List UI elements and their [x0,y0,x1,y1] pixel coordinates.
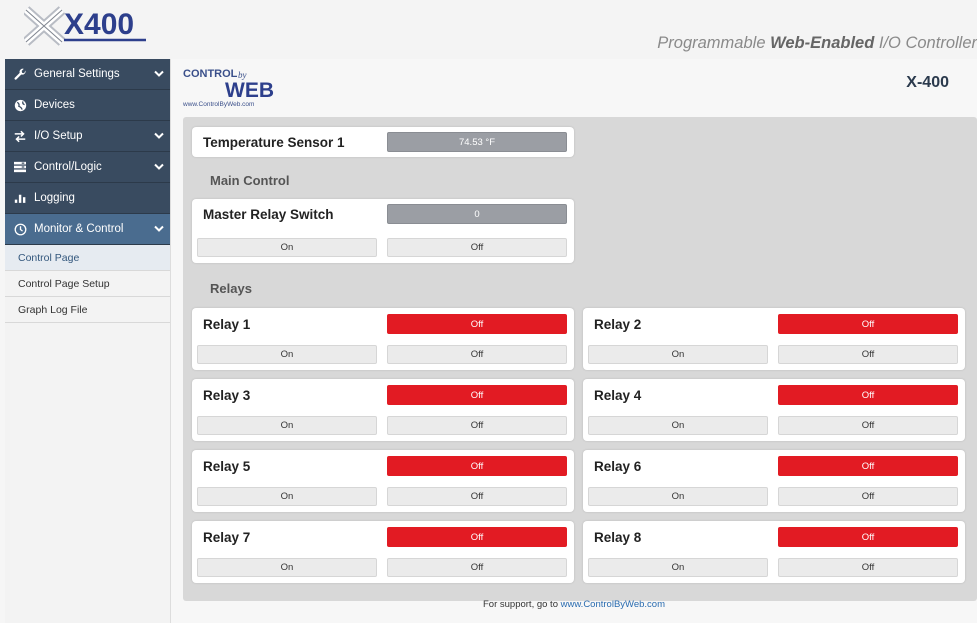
svg-text:www.ControlByWeb.com: www.ControlByWeb.com [182,101,254,108]
tagline: Programmable Web-Enabled I/O Controller [657,34,977,52]
relay-label: Relay 4 [594,388,642,403]
relay-on-button[interactable]: On [197,416,377,435]
relay-on-button[interactable]: On [197,487,377,506]
sidebar: General Settings Devices I/O Setup Contr… [5,59,171,623]
chevron-down-icon [154,162,164,174]
globe-icon [13,98,27,112]
sidebar-subitem-control-page[interactable]: Control Page [5,245,170,271]
sidebar-subitem-control-page-setup[interactable]: Control Page Setup [5,271,170,297]
temperature-label: Temperature Sensor 1 [203,135,345,150]
sidebar-item-label: Devices [34,99,75,111]
temperature-value: 74.53 °F [387,132,567,152]
relay-card: Relay 8 Off On Off [583,521,965,583]
footer-text: For support, go to [483,599,561,610]
relay-card: Relay 7 Off On Off [192,521,574,583]
relay-status: Off [778,314,958,334]
relay-on-button[interactable]: On [588,416,768,435]
relay-label: Relay 6 [594,459,642,474]
sidebar-item-label: Logging [34,192,75,204]
model-title: X-400 [906,74,949,91]
chevron-down-icon [154,224,164,236]
relay-card: Relay 2 Off On Off [583,308,965,370]
sidebar-item-monitor-control[interactable]: Monitor & Control [5,214,170,245]
main-control-heading: Main Control [210,173,290,188]
control-logic-icon [13,160,27,174]
relay-card: Relay 6 Off On Off [583,450,965,512]
master-relay-value: 0 [387,204,567,224]
clock-icon [13,222,27,236]
chevron-down-icon [154,69,164,81]
relay-off-button[interactable]: Off [387,416,567,435]
relay-on-button[interactable]: On [197,345,377,364]
relay-on-button[interactable]: On [197,558,377,577]
master-relay-card: Master Relay Switch 0 On Off [192,199,574,263]
relay-status: Off [778,527,958,547]
sidebar-subitem-graph-log-file[interactable]: Graph Log File [5,297,170,323]
relay-on-button[interactable]: On [588,558,768,577]
relay-label: Relay 1 [203,317,251,332]
relay-card: Relay 1 Off On Off [192,308,574,370]
relay-card: Relay 5 Off On Off [192,450,574,512]
relay-label: Relay 5 [203,459,251,474]
temperature-card: Temperature Sensor 1 74.53 °F [192,127,574,157]
svg-text:WEB: WEB [225,79,274,102]
wrench-icon [13,67,27,81]
sidebar-item-label: I/O Setup [34,130,83,142]
relay-status: Off [387,385,567,405]
top-header: X400 Programmable Web-Enabled I/O Contro… [0,0,977,59]
master-relay-label: Master Relay Switch [203,207,334,222]
support-link[interactable]: www.ControlByWeb.com [561,599,665,610]
relay-off-button[interactable]: Off [778,558,958,577]
sidebar-item-label: General Settings [34,68,120,80]
relay-card: Relay 4 Off On Off [583,379,965,441]
main-content: CONTROL by WEB www.ControlByWeb.com X-40… [171,59,977,623]
relay-off-button[interactable]: Off [778,487,958,506]
relay-off-button[interactable]: Off [778,345,958,364]
relay-status: Off [778,385,958,405]
arrows-icon [13,129,27,143]
chevron-down-icon [154,131,164,143]
relay-status: Off [387,527,567,547]
sidebar-item-label: Control/Logic [34,161,102,173]
sidebar-item-io-setup[interactable]: I/O Setup [5,121,170,152]
relay-status: Off [387,456,567,476]
relay-off-button[interactable]: Off [778,416,958,435]
chart-icon [13,191,27,205]
relay-off-button[interactable]: Off [387,345,567,364]
sidebar-item-general-settings[interactable]: General Settings [5,59,170,90]
relay-label: Relay 2 [594,317,642,332]
master-relay-on-button[interactable]: On [197,238,377,257]
sidebar-item-label: Monitor & Control [34,223,124,235]
relay-status: Off [778,456,958,476]
sidebar-item-logging[interactable]: Logging [5,183,170,214]
relay-status: Off [387,314,567,334]
relay-on-button[interactable]: On [588,345,768,364]
x400-logo: X400 [22,6,148,46]
relay-off-button[interactable]: Off [387,558,567,577]
support-footer: For support, go to www.ControlByWeb.com [171,599,977,610]
controlbyweb-logo: CONTROL by WEB www.ControlByWeb.com [181,64,291,108]
relay-label: Relay 8 [594,530,642,545]
relays-heading: Relays [210,281,252,296]
sidebar-item-devices[interactable]: Devices [5,90,170,121]
relay-label: Relay 3 [203,388,251,403]
sidebar-item-control-logic[interactable]: Control/Logic [5,152,170,183]
master-relay-off-button[interactable]: Off [387,238,567,257]
relay-off-button[interactable]: Off [387,487,567,506]
control-panel: Temperature Sensor 1 74.53 °F Main Contr… [183,117,977,601]
relay-label: Relay 7 [203,530,251,545]
relay-card: Relay 3 Off On Off [192,379,574,441]
relay-on-button[interactable]: On [588,487,768,506]
svg-text:X400: X400 [64,8,134,41]
